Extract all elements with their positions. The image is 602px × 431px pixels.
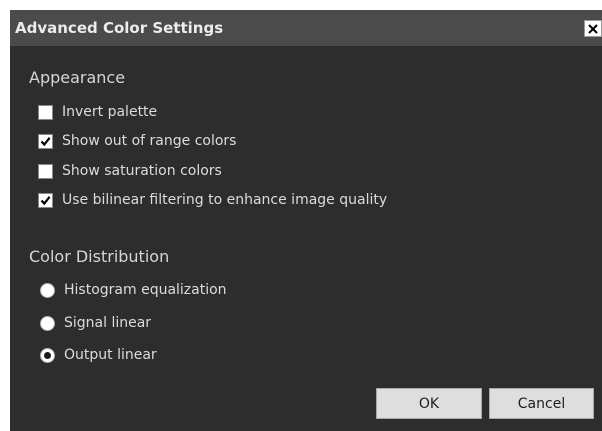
dialog-title: Advanced Color Settings (15, 19, 224, 37)
invert-palette-option[interactable]: Invert palette (38, 103, 157, 121)
output-linear-radio[interactable] (40, 347, 55, 363)
bilinear-filtering-label: Use bilinear filtering to enhance image … (62, 192, 388, 208)
signal-linear-option[interactable]: Signal linear (40, 314, 151, 332)
bilinear-filtering-option[interactable]: Use bilinear filtering to enhance image … (38, 191, 387, 209)
show-saturation-checkbox[interactable] (38, 163, 53, 179)
show-out-of-range-option[interactable]: Show out of range colors (38, 132, 236, 150)
title-bar[interactable]: Advanced Color Settings (10, 10, 602, 46)
radio-selected-dot (44, 351, 51, 359)
checkmark-icon (40, 136, 51, 146)
show-saturation-label: Show saturation colors (62, 163, 222, 179)
appearance-section-title: Appearance (29, 68, 126, 87)
output-linear-option[interactable]: Output linear (40, 346, 157, 364)
close-button[interactable] (584, 20, 602, 37)
histogram-equalization-radio[interactable] (40, 282, 55, 298)
histogram-equalization-option[interactable]: Histogram equalization (40, 281, 227, 299)
signal-linear-label: Signal linear (64, 315, 152, 331)
show-out-of-range-checkbox[interactable] (38, 133, 53, 149)
cancel-button[interactable]: Cancel (489, 388, 594, 419)
close-x-icon (588, 23, 598, 34)
show-saturation-option[interactable]: Show saturation colors (38, 162, 222, 180)
show-out-of-range-label: Show out of range colors (62, 133, 237, 149)
invert-palette-checkbox[interactable] (38, 104, 53, 120)
output-linear-label: Output linear (64, 347, 157, 363)
ok-button[interactable]: OK (376, 388, 482, 419)
checkmark-icon (40, 195, 51, 205)
advanced-color-settings-dialog: Advanced Color Settings Appearance Inver… (10, 10, 602, 431)
histogram-equalization-label: Histogram equalization (64, 282, 227, 298)
invert-palette-label: Invert palette (62, 104, 158, 120)
signal-linear-radio[interactable] (40, 315, 55, 331)
bilinear-filtering-checkbox[interactable] (38, 192, 53, 208)
color-distribution-section-title: Color Distribution (29, 247, 170, 266)
